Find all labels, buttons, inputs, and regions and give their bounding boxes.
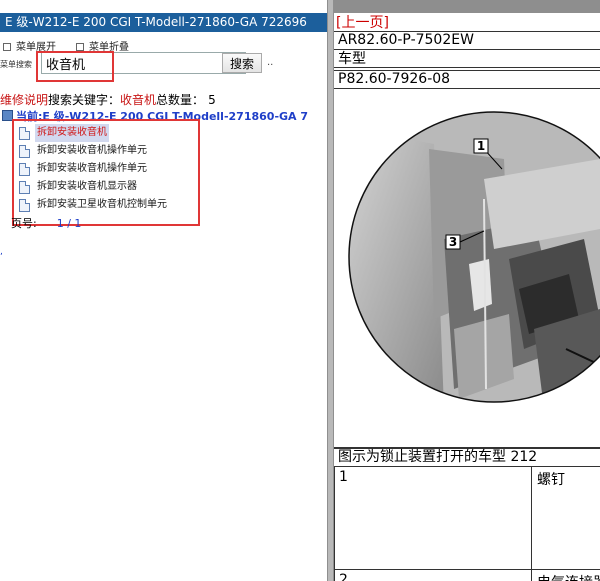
- total-value: 5: [208, 93, 216, 107]
- callout-3: 3: [449, 235, 457, 249]
- parts-table: 1 螺钉 2 电气连接器: [334, 466, 600, 581]
- document-icon: [19, 199, 30, 212]
- result-label: 拆卸安装收音机操作单元: [37, 145, 147, 156]
- result-item[interactable]: 拆卸安装收音机操作单元: [14, 142, 204, 160]
- result-item[interactable]: 拆卸安装收音机显示器: [14, 178, 204, 196]
- figure-id: P82.60-7926-08: [334, 70, 600, 88]
- result-item[interactable]: 拆卸安装收音机操作单元: [14, 160, 204, 178]
- document-icon: [19, 145, 30, 158]
- keyword-value: 收音机: [120, 93, 157, 107]
- result-label: 拆卸安装收音机: [35, 124, 109, 142]
- document-icon: [19, 127, 30, 140]
- part-number: 1: [339, 469, 348, 485]
- pane-splitter[interactable]: [327, 0, 334, 581]
- result-label: 拆卸安装收音机显示器: [37, 181, 137, 192]
- table-column-divider: [531, 466, 532, 581]
- page-label: 页号:: [11, 217, 37, 230]
- table-row-divider: [334, 569, 600, 570]
- model-label: 车型: [334, 49, 600, 68]
- vehicle-node-icon: [2, 110, 13, 121]
- document-title-bar: E 级-W212-E 200 CGI T-Modell-271860-GA 72…: [0, 13, 327, 32]
- page-number[interactable]: 1 / 1: [57, 217, 82, 230]
- search-button[interactable]: 搜索: [222, 53, 262, 73]
- document-id: AR82.60-P-7502EW: [334, 31, 600, 49]
- callout-1: 1: [477, 139, 485, 153]
- menu-expand-link[interactable]: 菜单展开: [3, 38, 56, 53]
- search-input[interactable]: [41, 52, 246, 74]
- collapse-icon: [76, 43, 84, 51]
- part-description: 螺钉: [537, 472, 565, 488]
- part-number: 2: [339, 572, 348, 581]
- result-item[interactable]: 拆卸安装卫星收音机控制单元: [14, 196, 204, 214]
- search-summary: 维修说明搜索关键字：收音机总数量： 5: [0, 91, 216, 108]
- repair-menu-pane: E 级-W212-E 200 CGI T-Modell-271860-GA 72…: [0, 0, 327, 581]
- pagination: 页号: 1 / 1: [11, 215, 81, 231]
- document-icon: [19, 163, 30, 176]
- document-icon: [19, 181, 30, 194]
- radio-removal-illustration: 1 3: [348, 111, 600, 403]
- expand-icon: [3, 43, 11, 51]
- search-label: 菜单搜索: [0, 60, 32, 69]
- result-item[interactable]: 拆卸安装收音机: [14, 124, 204, 142]
- search-results-list: 拆卸安装收音机 拆卸安装收音机操作单元 拆卸安装收音机操作单元 拆卸安装收音机显…: [14, 124, 204, 214]
- result-label: 拆卸安装卫星收音机控制单元: [37, 199, 167, 210]
- table-border: [334, 466, 335, 581]
- corner-mark: ,: [0, 247, 3, 257]
- figure-frame: 1 3: [334, 88, 600, 448]
- part-description: 电气连接器: [537, 572, 600, 581]
- repair-document-pane: [上一页] AR82.60-P-7502EW 车型 P82.60-7926-08: [334, 0, 600, 581]
- figure-caption: 图示为锁止装置打开的车型 212: [334, 448, 600, 466]
- total-label: 总数量：: [156, 93, 205, 107]
- repair-instructions-label: 维修说明: [0, 93, 49, 107]
- current-vehicle-node[interactable]: 当前:E 级-W212-E 200 CGI T-Modell-271860-GA…: [2, 108, 309, 123]
- current-vehicle-label: 当前:E 级-W212-E 200 CGI T-Modell-271860-GA…: [16, 110, 309, 123]
- result-label: 拆卸安装收音机操作单元: [37, 163, 147, 174]
- previous-page-link[interactable]: [上一页]: [336, 12, 389, 32]
- keyword-label: 搜索关键字：: [48, 93, 121, 107]
- menu-collapse-link[interactable]: 菜单折叠: [76, 38, 129, 53]
- search-dots: ..: [267, 57, 274, 68]
